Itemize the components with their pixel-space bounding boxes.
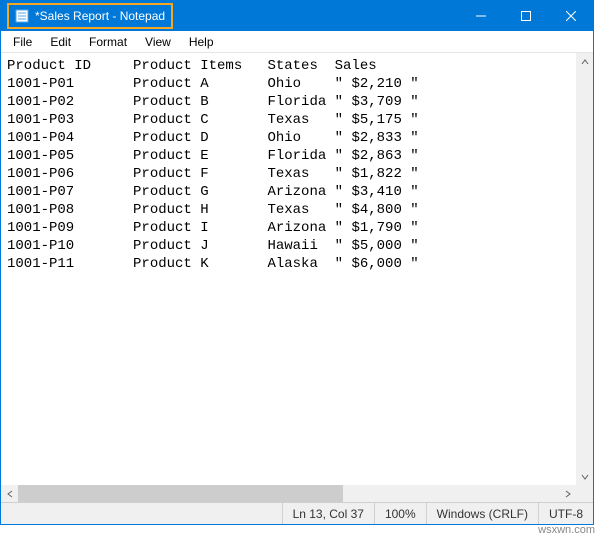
menubar: File Edit Format View Help — [1, 31, 593, 53]
minimize-button[interactable] — [458, 1, 503, 31]
horizontal-scroll-thumb[interactable] — [18, 485, 343, 502]
chevron-right-icon — [564, 490, 572, 498]
title-highlight: *Sales Report - Notepad — [7, 3, 173, 29]
close-icon — [566, 11, 576, 21]
minimize-icon — [476, 11, 486, 21]
scroll-up-button[interactable] — [576, 53, 593, 70]
notepad-window: *Sales Report - Notepad File Edit Format… — [0, 0, 594, 525]
scroll-right-button[interactable] — [559, 485, 576, 502]
titlebar[interactable]: *Sales Report - Notepad — [1, 1, 593, 31]
menu-view[interactable]: View — [137, 33, 179, 51]
status-position: Ln 13, Col 37 — [283, 503, 374, 524]
maximize-button[interactable] — [503, 1, 548, 31]
notepad-icon — [15, 9, 29, 23]
chevron-down-icon — [581, 473, 589, 481]
horizontal-scrollbar[interactable] — [1, 485, 576, 502]
chevron-left-icon — [6, 490, 14, 498]
scroll-down-button[interactable] — [576, 468, 593, 485]
maximize-icon — [521, 11, 531, 21]
scroll-left-button[interactable] — [1, 485, 18, 502]
window-title: *Sales Report - Notepad — [35, 9, 165, 23]
menu-file[interactable]: File — [5, 33, 40, 51]
close-button[interactable] — [548, 1, 593, 31]
status-encoding: UTF-8 — [539, 503, 593, 524]
watermark: wsxwn.com — [538, 524, 595, 536]
vertical-scrollbar[interactable] — [576, 53, 593, 485]
vertical-scroll-track[interactable] — [576, 70, 593, 468]
menu-edit[interactable]: Edit — [42, 33, 79, 51]
chevron-up-icon — [581, 58, 589, 66]
status-zoom: 100% — [375, 503, 426, 524]
horizontal-scroll-track[interactable] — [18, 485, 559, 502]
menu-format[interactable]: Format — [81, 33, 135, 51]
status-line-ending: Windows (CRLF) — [427, 503, 538, 524]
scrollbar-corner — [576, 485, 593, 502]
statusbar: Ln 13, Col 37 100% Windows (CRLF) UTF-8 — [1, 502, 593, 524]
horizontal-scrollbar-row — [1, 485, 593, 502]
menu-help[interactable]: Help — [181, 33, 222, 51]
text-editor[interactable]: Product ID Product Items States Sales 10… — [1, 53, 576, 485]
editor-area: Product ID Product Items States Sales 10… — [1, 53, 593, 485]
window-controls — [458, 1, 593, 31]
